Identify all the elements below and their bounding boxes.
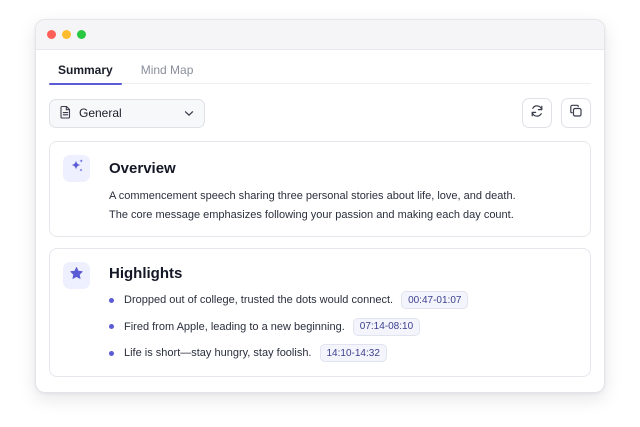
highlight-item: Life is short—stay hungry, stay foolish.… [109,344,468,362]
title-bar [36,20,604,50]
highlights-icon-badge [63,262,90,289]
zoom-window-button[interactable] [77,30,86,39]
summary-type-value: General [79,106,122,120]
main-content: Summary Mind Map General Overview A comm… [36,50,604,377]
minimize-window-button[interactable] [62,30,71,39]
document-icon [59,105,72,122]
app-window: Summary Mind Map General Overview A comm… [35,19,605,393]
highlight-item: Fired from Apple, leading to a new begin… [109,317,468,336]
timestamp-chip[interactable]: 14:10-14:32 [319,344,387,362]
close-window-button[interactable] [47,30,56,39]
tab-summary[interactable]: Summary [49,50,122,85]
summary-type-select[interactable]: General [49,98,205,128]
highlight-text: Dropped out of college, trusted the dots… [124,294,394,306]
highlights-title: Highlights [109,265,183,282]
refresh-button[interactable] [522,98,552,128]
toolbar: General [49,98,591,128]
overview-title: Overview [109,160,176,177]
sparkles-icon [69,158,85,179]
overview-icon-badge [63,155,90,182]
timestamp-chip[interactable]: 07:14-08:10 [352,317,421,336]
highlights-card: Highlights Dropped out of college, trust… [49,248,591,377]
star-icon [69,266,84,286]
chevron-down-icon [184,106,194,120]
highlight-text: Fired from Apple, leading to a new begin… [124,320,345,333]
tab-mind-map[interactable]: Mind Map [132,50,203,84]
copy-button[interactable] [561,98,591,128]
highlight-text: Life is short—stay hungry, stay foolish. [124,347,312,359]
overview-card: Overview A commencement speech sharing t… [49,141,591,237]
overview-line-1: A commencement speech sharing three pers… [109,190,516,202]
tab-bar: Summary Mind Map [49,50,591,85]
bullet-dot [109,297,114,303]
highlights-list: Dropped out of college, trusted the dots… [109,291,469,371]
bullet-dot [109,324,114,329]
bullet-dot [109,350,114,356]
copy-icon [569,104,583,123]
timestamp-chip[interactable]: 00:47-01:07 [401,291,469,309]
overview-line-2: The core message emphasizes following yo… [109,209,514,221]
refresh-icon [530,104,544,123]
highlight-item: Dropped out of college, trusted the dots… [109,291,469,309]
toolbar-actions [522,98,591,128]
